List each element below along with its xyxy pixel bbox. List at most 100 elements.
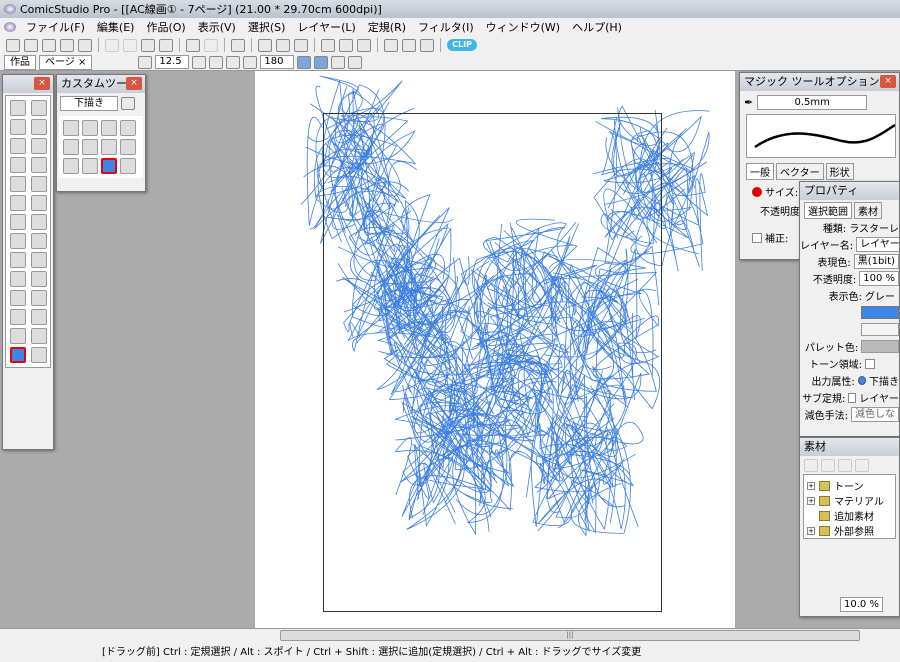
correction-checkbox[interactable] [752,232,762,243]
materials-zoom[interactable]: 10.0 % [840,597,883,612]
tree-item[interactable]: + 外部参照 [807,523,892,538]
menu-item[interactable]: 編集(E) [91,19,141,35]
tab-shape[interactable]: 形状 [825,163,854,180]
new-icon[interactable] [6,38,20,52]
eyedropper-icon[interactable] [31,138,47,154]
stamp-icon[interactable] [31,309,47,325]
layer-icon[interactable] [321,38,335,52]
new-page-icon[interactable] [24,38,38,52]
color-icon[interactable] [31,290,47,306]
lasso-icon[interactable] [31,100,47,116]
brush-icon[interactable] [10,214,26,230]
property-value[interactable]: レイヤー [856,237,899,252]
frame-icon[interactable] [10,176,26,192]
save-as-icon[interactable] [78,38,92,52]
reduce-select[interactable]: 減色しな [851,407,899,422]
tree-item[interactable]: + トーン [807,478,892,493]
open-icon[interactable] [42,38,56,52]
tab-general[interactable]: 一般 [746,163,774,180]
foreground-color[interactable] [10,347,26,363]
property-value[interactable]: グレー [865,288,895,303]
expand-icon[interactable]: + [807,481,815,490]
eraser-icon[interactable] [31,195,47,211]
window-icon[interactable] [402,38,416,52]
save-icon[interactable] [60,38,74,52]
tab-vector[interactable]: ベクター [776,163,824,180]
delete-icon[interactable] [159,38,173,52]
page-icon[interactable] [192,55,207,69]
foreground-color[interactable] [101,158,117,174]
airbrush-icon[interactable] [10,233,26,249]
undo-icon[interactable] [186,38,200,52]
close-icon[interactable]: × [126,77,142,90]
app-menu-icon[interactable] [4,22,16,32]
copy-icon[interactable] [123,38,137,52]
eraser-icon[interactable] [63,158,79,174]
rotation-input[interactable]: 180 [260,55,295,69]
preset-select[interactable]: 下描き [60,96,118,111]
fill-icon[interactable] [31,214,47,230]
menu-item[interactable]: 選択(S) [242,19,292,35]
move-icon[interactable] [120,120,136,136]
secondary-color-swatch[interactable] [861,323,899,336]
cut-icon[interactable] [105,38,119,52]
hand-icon[interactable] [10,328,26,344]
pencil-blue-icon[interactable] [82,139,98,155]
tab-material[interactable]: 素材 [854,202,882,219]
ruler-icon[interactable] [10,157,26,173]
expand-icon[interactable]: + [807,526,815,535]
line-icon[interactable] [10,271,26,287]
flip-horizontal-icon[interactable] [297,55,312,69]
menu-item[interactable]: 定規(R) [362,19,412,35]
view3-icon[interactable] [294,38,308,52]
marquee-icon[interactable] [10,100,26,116]
scrollbar-thumb[interactable]: ||| [280,630,860,641]
sync-icon[interactable] [420,38,434,52]
object-select-icon[interactable] [31,176,47,192]
view2-icon[interactable] [276,38,290,52]
tab-work[interactable]: 作品 [4,54,36,70]
hand-icon[interactable] [63,120,79,136]
menu-icon[interactable] [121,97,135,110]
close-icon[interactable]: × [880,75,896,88]
gradient-icon[interactable] [10,252,26,268]
tree-item[interactable]: 追加素材 [807,508,892,523]
clip-button[interactable]: CLIP [447,39,477,51]
tone-icon[interactable] [821,458,835,472]
rotate-left-icon[interactable] [226,55,241,69]
print-icon[interactable] [231,38,245,52]
zoom-icon[interactable] [101,120,117,136]
transparent-color[interactable] [120,158,136,174]
tab-selection[interactable]: 選択範囲 [804,202,852,219]
output-radio[interactable] [857,376,866,385]
rotate-right-icon[interactable] [243,55,258,69]
tab-page[interactable]: ページ × [39,54,93,70]
open-icon[interactable] [855,458,869,472]
menu-item[interactable]: 作品(O) [140,19,191,35]
menu-item[interactable]: ファイル(F) [20,19,91,35]
menu-item[interactable]: レイヤー(L) [291,19,361,35]
color-grid-icon[interactable] [357,38,371,52]
tone-icon[interactable] [31,233,47,249]
paste-icon[interactable] [804,458,818,472]
transparent-color[interactable] [31,347,47,363]
fit-icon[interactable] [138,55,153,69]
pen-red-icon[interactable] [101,139,117,155]
grid-icon[interactable] [348,55,363,69]
pen-pink-icon[interactable] [120,139,136,155]
close-icon[interactable]: × [34,77,50,90]
property-value[interactable]: 黒(1bit) [853,254,899,269]
select-pen-icon[interactable] [31,119,47,135]
tone-checkbox[interactable] [865,358,875,369]
property-value[interactable]: 100 % [859,271,899,286]
eraser-gray-icon[interactable] [82,158,98,174]
folder-icon[interactable] [384,38,398,52]
ruler-icon[interactable] [331,55,346,69]
tree-item[interactable]: + マテリアル [807,493,892,508]
rectangle-icon[interactable] [31,271,47,287]
pen-tool-icon[interactable] [10,309,26,325]
rotate-icon[interactable] [82,120,98,136]
magic-wand-icon[interactable] [10,119,26,135]
redo-icon[interactable] [204,38,218,52]
folder-icon[interactable] [838,458,852,472]
